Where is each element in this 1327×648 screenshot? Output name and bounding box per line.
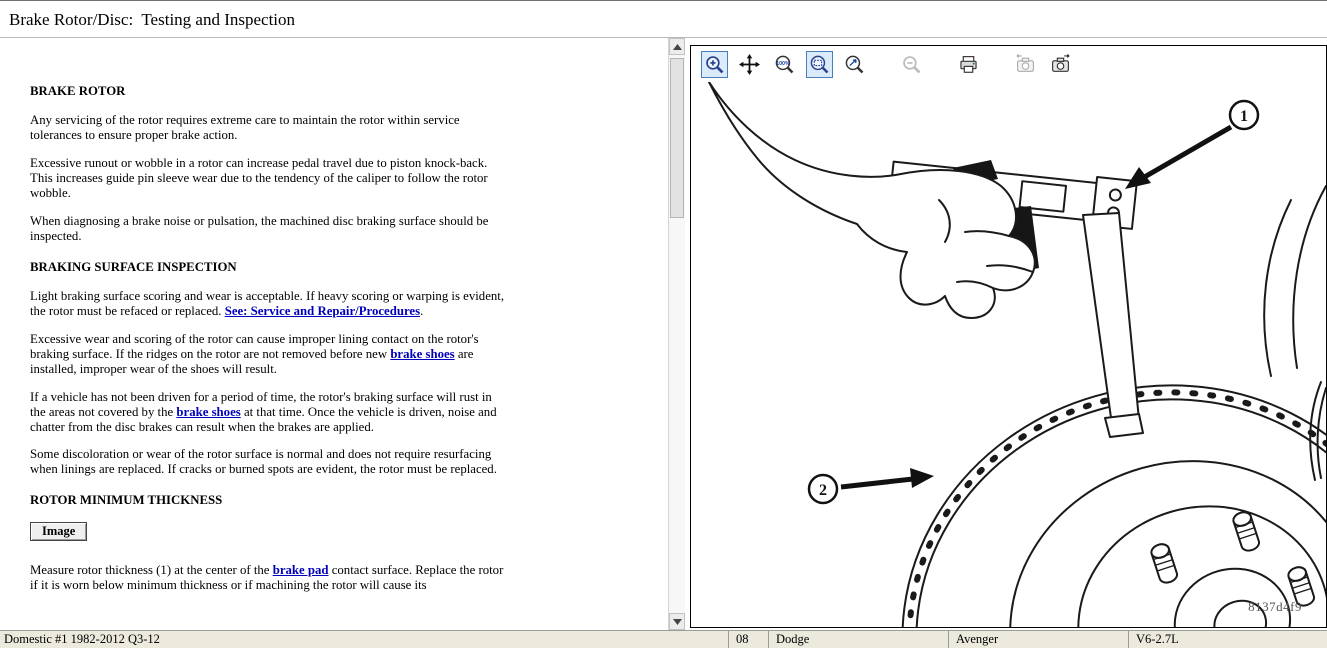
image-button[interactable]: Image bbox=[30, 522, 87, 541]
paragraph: Any servicing of the rotor requires extr… bbox=[30, 113, 510, 143]
scroll-track[interactable] bbox=[669, 55, 685, 613]
doc-scrollbar[interactable] bbox=[668, 38, 685, 630]
link-service-repair-procedures[interactable]: See: Service and Repair/Procedures bbox=[225, 304, 420, 318]
section-heading-brake-rotor: BRAKE ROTOR bbox=[30, 84, 510, 99]
zoom-out-icon bbox=[901, 54, 922, 75]
callout-2-label: 2 bbox=[819, 482, 827, 499]
paragraph: Light braking surface scoring and wear i… bbox=[30, 289, 510, 319]
callout-2: 2 bbox=[809, 468, 934, 503]
scroll-down-icon bbox=[673, 619, 682, 625]
document-body: BRAKE ROTOR Any servicing of the rotor r… bbox=[30, 84, 510, 593]
status-make: Dodge bbox=[768, 631, 948, 648]
paragraph: Measure rotor thickness (1) at the cente… bbox=[30, 563, 510, 593]
zoom-window-button[interactable] bbox=[806, 51, 833, 78]
zoom-100-label: 100% bbox=[776, 61, 790, 67]
document-pane: BRAKE ROTOR Any servicing of the rotor r… bbox=[0, 38, 668, 630]
wheel-studs bbox=[1150, 510, 1316, 608]
brake-rotor-measurement-figure: 1 2 bbox=[691, 82, 1326, 627]
figure-canvas: 1 2 8137d4f9 bbox=[691, 82, 1326, 627]
image-button-row: Image bbox=[30, 522, 510, 541]
section-heading-braking-surface-inspection: BRAKING SURFACE INSPECTION bbox=[30, 260, 510, 275]
zoom-window-icon bbox=[809, 54, 830, 75]
page-title: Brake Rotor/Disc: Testing and Inspection bbox=[0, 1, 1327, 38]
paragraph-text: . bbox=[420, 304, 423, 318]
status-catalog: Domestic #1 1982-2012 Q3-12 bbox=[0, 631, 728, 648]
zoom-100-button[interactable]: 100% bbox=[771, 51, 798, 78]
scroll-thumb[interactable] bbox=[670, 58, 684, 218]
paragraph: Some discoloration or wear of the rotor … bbox=[30, 447, 510, 477]
next-image-button[interactable] bbox=[1047, 51, 1074, 78]
next-image-icon bbox=[1050, 54, 1071, 75]
scroll-up-button[interactable] bbox=[669, 38, 685, 55]
app-window: Brake Rotor/Disc: Testing and Inspection… bbox=[0, 0, 1327, 648]
zoom-in-icon bbox=[704, 54, 725, 75]
link-brake-pad[interactable]: brake pad bbox=[273, 563, 329, 577]
image-toolbar: 100% bbox=[691, 46, 1326, 82]
fender-arcs bbox=[1264, 186, 1326, 480]
section-heading-rotor-minimum-thickness: ROTOR MINIMUM THICKNESS bbox=[30, 493, 510, 508]
print-button[interactable] bbox=[955, 51, 982, 78]
status-bar: Domestic #1 1982-2012 Q3-12 08 Dodge Ave… bbox=[0, 630, 1327, 648]
status-year: 08 bbox=[728, 631, 768, 648]
zoom-dynamic-icon bbox=[844, 54, 865, 75]
paragraph: When diagnosing a brake noise or pulsati… bbox=[30, 214, 510, 244]
figure-code: 8137d4f9 bbox=[1248, 599, 1302, 615]
link-brake-shoes[interactable]: brake shoes bbox=[390, 347, 454, 361]
paragraph: Excessive wear and scoring of the rotor … bbox=[30, 332, 510, 377]
main-content: BRAKE ROTOR Any servicing of the rotor r… bbox=[0, 38, 1327, 630]
zoom-in-button[interactable] bbox=[701, 51, 728, 78]
pan-button[interactable] bbox=[736, 51, 763, 78]
paragraph: If a vehicle has not been driven for a p… bbox=[30, 390, 510, 435]
callout-1-label: 1 bbox=[1240, 108, 1248, 125]
zoom-out-button bbox=[898, 51, 925, 78]
previous-image-icon bbox=[1015, 54, 1036, 75]
pan-icon bbox=[739, 54, 760, 75]
status-engine: V6-2.7L bbox=[1128, 631, 1327, 648]
status-model: Avenger bbox=[948, 631, 1128, 648]
zoom-dynamic-button[interactable] bbox=[841, 51, 868, 78]
scroll-down-button[interactable] bbox=[669, 613, 685, 630]
link-brake-shoes-2[interactable]: brake shoes bbox=[176, 405, 240, 419]
callout-1: 1 bbox=[1125, 101, 1258, 189]
hand bbox=[709, 82, 1035, 318]
scroll-up-icon bbox=[673, 44, 682, 50]
paragraph-text: Measure rotor thickness (1) at the cente… bbox=[30, 563, 273, 577]
print-icon bbox=[958, 54, 979, 75]
image-pane: 100% bbox=[690, 45, 1327, 628]
zoom-100-icon: 100% bbox=[774, 54, 795, 75]
previous-image-button bbox=[1012, 51, 1039, 78]
paragraph: Excessive runout or wobble in a rotor ca… bbox=[30, 156, 510, 201]
